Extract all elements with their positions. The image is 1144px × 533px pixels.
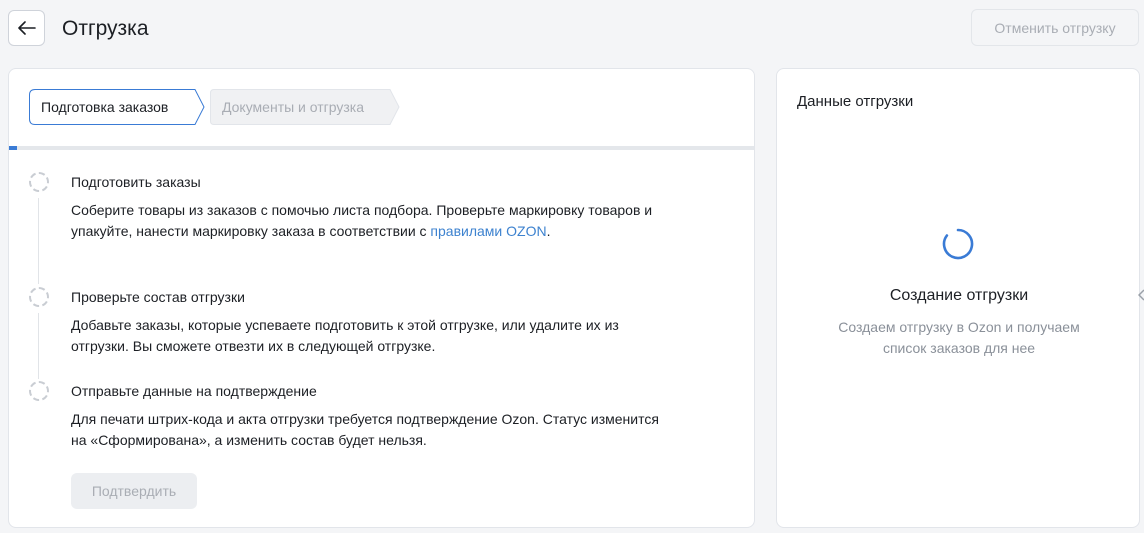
shipment-data-panel: Данные отгрузки Создание отгрузки Создае… <box>776 68 1140 528</box>
back-button[interactable] <box>8 10 45 46</box>
step-progress-bar <box>9 146 754 150</box>
chevron-left-icon[interactable] <box>1138 287 1144 303</box>
panel-title: Данные отгрузки <box>797 93 914 110</box>
step-tab-label: Документы и отгрузка <box>222 99 365 115</box>
step-tab-label: Подготовка заказов <box>41 99 169 115</box>
task-description-text: Соберите товары из заказов с помочью лис… <box>71 202 653 239</box>
task-description: Соберите товары из заказов с помочью лис… <box>71 200 671 242</box>
loading-spinner-icon <box>942 228 974 260</box>
cancel-shipment-button[interactable]: Отменить отгрузку <box>971 9 1139 46</box>
step-tab-documents-shipment[interactable]: Документы и отгрузка <box>210 89 400 125</box>
timeline-connector <box>38 198 39 284</box>
status-title: Создание отгрузки <box>889 287 1029 304</box>
step-progress-fill <box>9 146 17 150</box>
task-check-shipment: Проверьте состав отгрузки Добавьте заказ… <box>29 287 729 379</box>
pending-circle-icon <box>29 172 49 192</box>
pending-circle-icon <box>29 381 49 401</box>
task-title: Отправьте данные на подтверждение <box>71 383 317 399</box>
page-title: Отгрузка <box>62 17 149 40</box>
confirm-button[interactable]: Подтвердить <box>71 473 197 509</box>
task-prepare-orders: Подготовить заказы Соберите товары из за… <box>29 172 729 284</box>
status-description: Создаем отгрузку в Ozon и получаем списо… <box>838 319 1080 356</box>
arrow-left-icon <box>17 21 36 35</box>
ozon-rules-link[interactable]: правилами OZON <box>430 223 546 239</box>
step-tab-prepare-orders[interactable]: Подготовка заказов <box>29 89 205 125</box>
task-title: Проверьте состав отгрузки <box>71 289 245 305</box>
task-description: Для печати штрих-кода и акта отгрузки тр… <box>71 411 659 448</box>
task-description-end: . <box>546 223 551 239</box>
task-title: Подготовить заказы <box>71 174 201 190</box>
task-send-confirmation: Отправьте данные на подтверждение Для пе… <box>29 381 729 451</box>
pending-circle-icon <box>29 287 49 307</box>
timeline-connector <box>38 313 39 379</box>
task-description: Добавьте заказы, которые успеваете подго… <box>71 317 619 354</box>
shipment-steps-card: Подготовка заказов Документы и отгрузка … <box>8 68 755 528</box>
